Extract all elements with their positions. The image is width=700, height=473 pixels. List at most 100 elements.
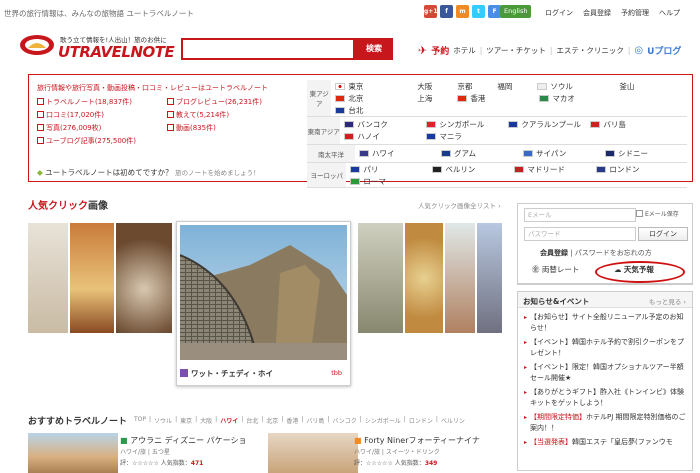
news-item[interactable]: 【ありがとうギフト】酢入社《トンインビ》体験キットをゲットしよう！ [524, 387, 688, 409]
city-link[interactable]: ハワイ [359, 148, 441, 160]
first-time-link[interactable]: ◆ ユートラベルノートは初めてですか？ 旅のノートを始めましょう！ [37, 167, 260, 178]
city-link[interactable]: 香港 [457, 92, 539, 104]
tab-1[interactable]: ソウル [154, 416, 172, 425]
city-link[interactable]: 台北 [335, 104, 417, 116]
news-item[interactable]: 【イベント】韓国ホテル予約で割引クーポンをプレゼント！ [524, 337, 688, 359]
tab-3[interactable]: 大阪 [200, 416, 212, 425]
search-button[interactable]: 検索 [355, 38, 393, 60]
recommend-card[interactable]: ■ アウラニ ディズニー パケーショ ハワイ/旅 | 五つ星 評：☆☆☆☆☆ 人… [28, 433, 268, 473]
city-link[interactable]: バンコク [344, 119, 426, 131]
recommend-card-title[interactable]: ■ アウラニ ディズニー パケーショ [120, 435, 246, 446]
gallery-thumb[interactable] [477, 223, 502, 333]
reserve-label[interactable]: 予約 [431, 44, 449, 57]
news-item[interactable]: 【イベント】限定！韓国オプショナルツアー半額セール開催★ [524, 362, 688, 384]
login-button[interactable]: ログイン [638, 227, 688, 241]
email-field[interactable]: Eメール [524, 208, 636, 222]
english-link[interactable]: English [500, 5, 532, 18]
tab-sep: | [359, 416, 362, 423]
ublog-link[interactable]: Uプログ [647, 44, 681, 57]
nav-hotel[interactable]: ホテル [453, 45, 476, 56]
stat-link[interactable]: 教えて(5,214件) [167, 110, 307, 120]
stat-link[interactable]: 口コミ(17,020件) [37, 110, 167, 120]
tab-4[interactable]: ハワイ [220, 416, 238, 425]
exchange-link[interactable]: ㊎ 両替レート [532, 264, 579, 275]
news-item[interactable]: 【期間限定特価】ホテルPJ 期間限定特別価格のご案内！！ [524, 412, 688, 434]
stat-icon [37, 111, 44, 118]
city-link[interactable]: シンガポール [426, 119, 508, 131]
tab-10[interactable]: シンガポール [365, 416, 401, 425]
city-link[interactable]: ハノイ [344, 131, 426, 143]
logo-text[interactable]: UTRAVELNOTE [58, 43, 175, 61]
stat-link[interactable]: 動画(835件) [167, 123, 307, 133]
featured-image-card[interactable]: ワット・チェディ・ホイ tbb [176, 221, 351, 386]
city-link[interactable]: 東京 [335, 80, 417, 92]
city-link[interactable]: 北京 [335, 92, 417, 104]
recommend-card-image[interactable] [28, 433, 118, 473]
city-link[interactable]: マニラ [426, 131, 508, 143]
recommend-card-image[interactable] [268, 433, 358, 473]
tab-0[interactable]: TOP [134, 416, 146, 425]
gallery-thumb[interactable] [405, 223, 443, 333]
nav-esthe[interactable]: エステ・クリニック [556, 45, 624, 56]
city-link[interactable]: ベルリン [432, 163, 514, 175]
city-link[interactable]: 大阪 [417, 80, 457, 92]
city-link[interactable]: マドリード [514, 163, 596, 175]
logo-icon[interactable] [18, 34, 56, 56]
city-link[interactable]: ロンドン [596, 163, 678, 175]
password-field[interactable]: パスワード [524, 227, 636, 241]
city-link[interactable]: グアム [441, 148, 523, 160]
tab-6[interactable]: 北京 [266, 416, 278, 425]
city-link[interactable]: パリ [350, 163, 432, 175]
gallery-thumb[interactable] [358, 223, 403, 333]
nav-tour[interactable]: ツアー・チケット [486, 45, 546, 56]
search-input[interactable] [181, 38, 355, 60]
tab-12[interactable]: ベルリン [441, 416, 465, 425]
twitter-icon[interactable]: t [472, 5, 485, 18]
stat-link[interactable]: ブログレビュー(26,231件) [167, 97, 307, 107]
gallery-thumb[interactable] [70, 223, 114, 333]
mixi-icon[interactable]: m [456, 5, 469, 18]
news-more-link[interactable]: もっと見る › [649, 296, 686, 306]
news-text: 【ありがとうギフト】酢入社《トンインビ》体験キットをゲットしよう！ [530, 388, 684, 407]
forgot-password-link[interactable]: | パスワードをお忘れの方 [568, 249, 652, 257]
city-link[interactable]: ソウル [537, 80, 619, 92]
featured-caption[interactable]: ワット・チェディ・ホイ [180, 368, 273, 379]
city-link[interactable]: 京都 [457, 80, 497, 92]
tab-8[interactable]: バリ島 [306, 416, 324, 425]
stat-link[interactable]: ユーブログ記事(275,500件) [37, 136, 167, 146]
stat-link[interactable]: 写真(276,009枚) [37, 123, 167, 133]
top-link-0[interactable]: ログイン [545, 8, 573, 18]
google-plus-icon[interactable]: g+1 [424, 5, 438, 18]
register-link[interactable]: 会員登録 [540, 249, 568, 257]
featured-photo[interactable] [180, 225, 347, 360]
city-link[interactable]: マカオ [539, 92, 621, 104]
stat-link[interactable]: トラベルノート(18,837件) [37, 97, 167, 107]
facebook-icon[interactable]: f [440, 5, 453, 18]
city-link[interactable]: 上海 [417, 92, 457, 104]
recommend-card[interactable]: ■ Forty Ninerフォーティーナイナ ハワイ/旅 | スイーツ・ドリンク… [268, 433, 502, 473]
tab-2[interactable]: 東京 [180, 416, 192, 425]
gallery-thumb[interactable] [445, 223, 475, 333]
city-link[interactable]: 釜山 [619, 80, 659, 92]
email-save-checkbox[interactable]: Eメール保存 [636, 209, 679, 218]
tab-7[interactable]: 香港 [286, 416, 298, 425]
tab-9[interactable]: バンコク [332, 416, 356, 425]
top-link-1[interactable]: 会員登録 [583, 8, 611, 18]
city-link[interactable]: バリ島 [590, 119, 672, 131]
top-link-3[interactable]: ヘルプ [659, 8, 680, 18]
recommend-card-title[interactable]: ■ Forty Ninerフォーティーナイナ [354, 435, 480, 446]
city-link[interactable]: ローマ [350, 175, 432, 187]
city-link[interactable]: クアラルンプール [508, 119, 590, 131]
popular-more-link[interactable]: 人気クリック画像全リスト › [418, 200, 501, 210]
top-link-2[interactable]: 予約管理 [621, 8, 649, 18]
city-link[interactable]: サイパン [523, 148, 605, 160]
gallery-thumb[interactable] [116, 223, 172, 333]
news-item[interactable]: 【お知らせ】サイト全般リニューアル予定のお知らせ！ [524, 312, 688, 334]
gallery-thumb[interactable] [28, 223, 68, 333]
tab-11[interactable]: ロンドン [409, 416, 433, 425]
news-item[interactable]: 【当選発表】韓国エステ「皇后夢(ファンウモ [524, 437, 688, 448]
tab-5[interactable]: 台北 [246, 416, 258, 425]
city-link[interactable]: 福岡 [497, 80, 537, 92]
popular-title: 人気クリック画像 [28, 201, 108, 212]
city-link[interactable]: シドニー [605, 148, 687, 160]
